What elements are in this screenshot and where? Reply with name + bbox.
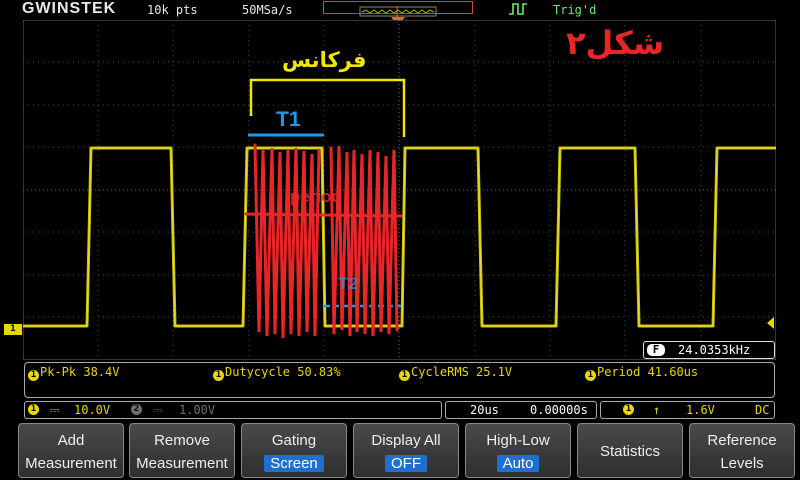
trigger-bar[interactable]: 1 ↑ 1.6V DC [600,401,775,419]
record-length: 10k pts [147,3,198,17]
t1-label: T1 [276,108,301,131]
ch1-badge: 1 [28,370,39,381]
trigger-source-badge: 1 [623,404,634,415]
ch1-badge: 1 [213,370,224,381]
brand-logo: GWINSTEK [22,0,117,17]
gating-button[interactable]: Gating Screen [241,423,347,478]
horizontal-position: 0.00000s [530,403,588,417]
ch2-badge: 2 [131,404,142,415]
soft-menu: Add Measurement Remove Measurement Gating S… [0,420,800,480]
trigger-edge-icon [509,3,527,15]
remove-measurement-button[interactable]: Remove Measurement [129,423,235,478]
ch1-badge: 1 [399,370,410,381]
figure-label: شکل۲ [566,24,665,62]
ch1-badge: 1 [585,370,596,381]
oscilloscope-screen: GWINSTEK 10k pts 50MSa/s Trig'd شکل۲ فرک… [0,0,800,480]
memory-bar[interactable] [323,1,473,17]
frequency-label: فرکانس [282,48,367,72]
trigger-status: Trig'd [553,3,597,17]
timebase-bar[interactable]: 20us 0.00000s [445,401,597,419]
display-all-value: OFF [385,455,427,472]
sample-rate: 50MSa/s [242,3,293,17]
ch1-scale: 10.0V [74,403,111,417]
trigger-level: 1.6V [686,403,715,417]
dc-coupling-icon: ⎓ [50,403,60,417]
measurement-dutycycle: 1 Dutycycle 50.83% [213,365,341,381]
add-measurement-button[interactable]: Add Measurement [18,423,124,478]
measurement-pkpk: 1 Pk-Pk 38.4V [28,365,119,381]
ch2-scale: 1.00V [179,403,216,417]
display-all-button[interactable]: Display All OFF [353,423,459,478]
ch1-ground-marker[interactable]: 1 [4,324,22,335]
high-low-button[interactable]: High-Low Auto [465,423,571,478]
ch1-badge: 1 [28,404,39,415]
trigger-level-marker[interactable] [767,317,774,329]
reference-levels-button[interactable]: Reference Levels [689,423,795,478]
gating-value: Screen [264,455,324,472]
rising-edge-icon: ↑ [653,403,661,417]
frequency-counter: F 24.0353kHz [643,341,775,359]
measurement-panel: 1 Pk-Pk 38.4V 1 Dutycycle 50.83% 1 CycleRMS… [24,362,775,398]
period-scribble-word: period [290,187,342,206]
waveform-display [23,20,776,360]
statistics-button[interactable]: Statistics [577,423,683,478]
counter-icon: F [647,344,665,356]
timebase: 20us [470,403,499,417]
measurement-period: 1 Period 41.60us [585,365,698,381]
trigger-coupling: DC [755,403,770,417]
measurement-cyclerms: 1 CycleRMS 25.1V [399,365,512,381]
high-low-value: Auto [496,455,540,472]
dc-coupling-icon: ⎓ [153,403,163,417]
counter-value: 24.0353kHz [678,343,751,357]
t2-label: T2 [338,274,358,293]
channel-scale-bar[interactable]: 1 ⎓ 10.0V 2 ⎓ 1.00V [24,401,442,419]
